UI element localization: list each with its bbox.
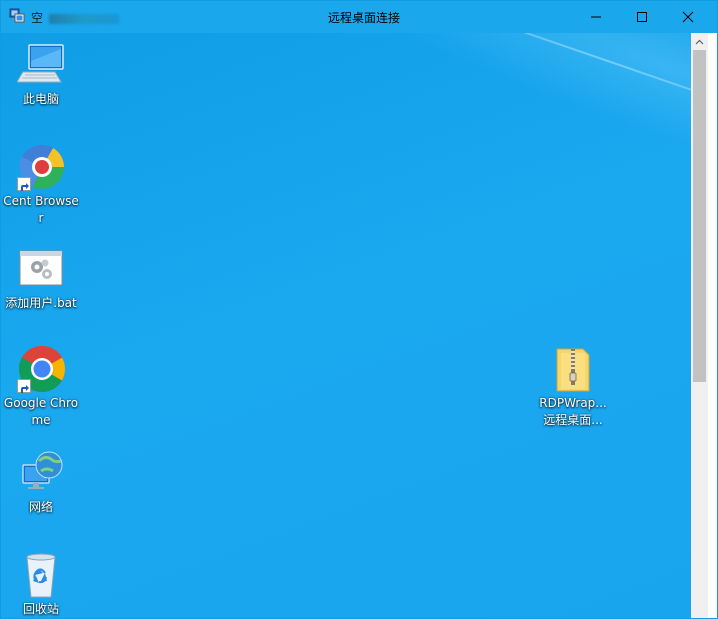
network-icon	[17, 449, 65, 497]
desktop-icon-label: 网络	[28, 500, 53, 514]
desktop-icon-label: RDPWrap... 远程桌面...	[534, 395, 612, 429]
desktop-icon-add-user-bat[interactable]: 添加用户.bat	[2, 245, 80, 312]
desktop-icon-label: Cent Browser	[3, 194, 79, 225]
desktop-icon-network[interactable]: 网络	[2, 449, 80, 516]
computer-icon	[16, 41, 65, 89]
chrome-icon	[17, 345, 66, 393]
desktop-icon-cent-browser[interactable]: Cent Browser	[2, 143, 80, 227]
minimize-button[interactable]	[573, 1, 619, 33]
shortcut-arrow-icon	[17, 379, 31, 393]
desktop-icon-google-chrome[interactable]: Google Chrome	[2, 345, 80, 429]
desktop-icon-label: 此电脑	[22, 92, 59, 106]
chevron-up-icon	[695, 39, 704, 44]
remote-desktop-window: 空 远程桌面连接 此电脑 Cent Browser 添加用户.bat Googl…	[0, 0, 718, 619]
vertical-scrollbar[interactable]	[691, 33, 708, 618]
recycle-bin-icon	[17, 551, 65, 599]
maximize-icon	[637, 12, 647, 22]
desktop-icon-label: Google Chrome	[3, 396, 79, 427]
scrollbar-thumb[interactable]	[693, 50, 706, 382]
desktop-icon-label-line2: 远程桌面...	[543, 413, 603, 427]
desktop-icon-this-pc[interactable]: 此电脑	[2, 41, 80, 108]
desktop-icon-label-line1: RDPWrap...	[539, 396, 607, 410]
desktop-icon-rdpwrap-zip[interactable]: RDPWrap... 远程桌面...	[534, 345, 612, 429]
cent-browser-icon	[17, 143, 65, 191]
close-button[interactable]	[665, 1, 711, 33]
wallpaper-glow	[247, 33, 691, 224]
desktop-icon-label: 添加用户.bat	[5, 296, 77, 310]
close-icon	[682, 11, 694, 23]
title-bar[interactable]: 空 远程桌面连接	[1, 1, 717, 33]
desktop-icon-recycle-bin[interactable]: 回收站	[2, 551, 80, 618]
scroll-up-button[interactable]	[691, 33, 708, 50]
window-title: 远程桌面连接	[327, 11, 400, 25]
window-right-edge	[708, 33, 717, 618]
shortcut-arrow-icon	[17, 177, 31, 191]
maximize-button[interactable]	[619, 1, 665, 33]
remote-desktop-area[interactable]: 此电脑 Cent Browser 添加用户.bat Google Chrome …	[1, 33, 691, 618]
desktop-icon-label: 回收站	[22, 602, 59, 616]
minimize-icon	[591, 16, 601, 18]
zip-folder-icon	[549, 345, 597, 393]
batch-file-icon	[17, 245, 65, 293]
